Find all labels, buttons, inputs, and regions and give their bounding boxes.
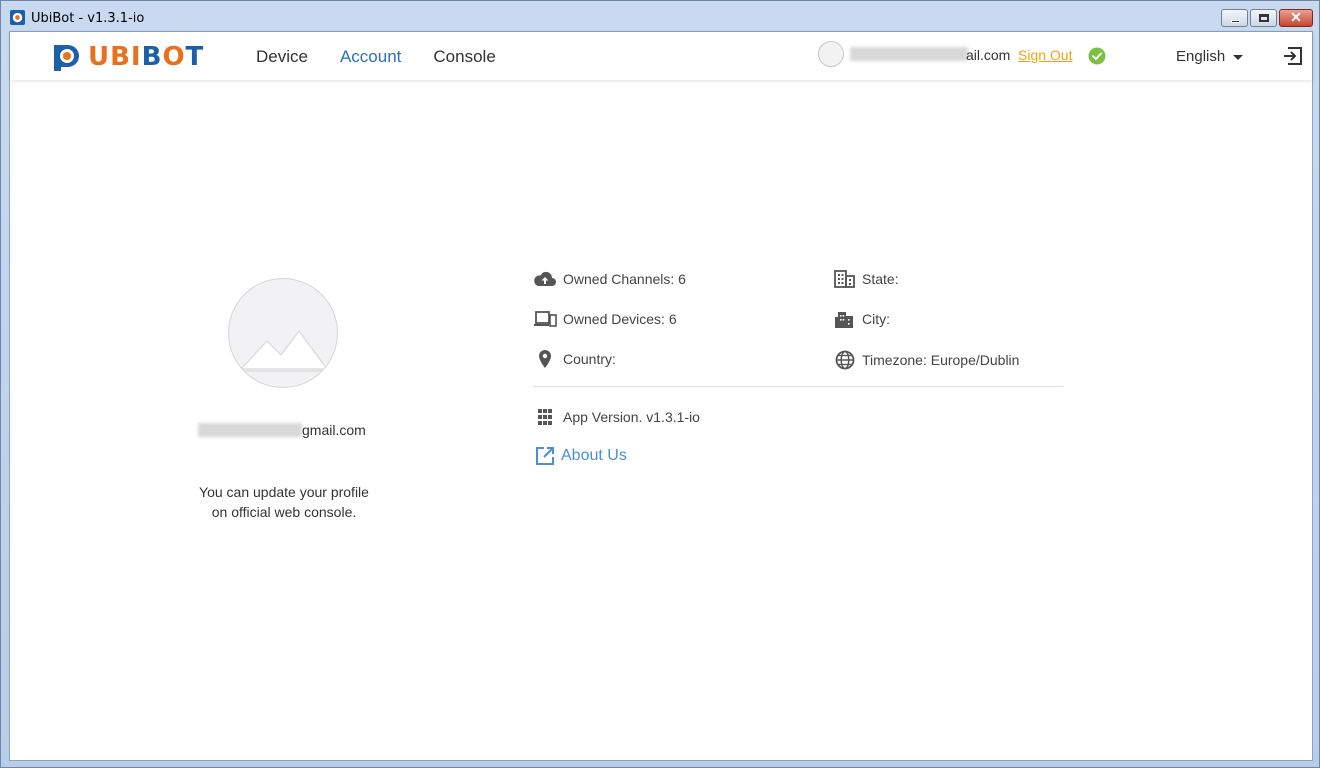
- globe-icon: [835, 350, 855, 370]
- timezone: Timezone: Europe/Dublin: [834, 350, 1019, 370]
- apps-grid-icon: [538, 409, 552, 425]
- check-circle-icon: [1088, 47, 1106, 65]
- image-placeholder-icon: [239, 329, 329, 372]
- devices-icon: [534, 311, 557, 327]
- brand-text-o: O: [162, 42, 186, 72]
- state-text: State:: [862, 271, 899, 287]
- close-button[interactable]: ✕: [1279, 9, 1313, 27]
- cloud-upload-icon: [534, 271, 556, 286]
- user-email: ail.com: [966, 47, 1011, 63]
- owned-devices-text: Owned Devices: 6: [563, 311, 677, 327]
- chevron-down-icon: [1233, 55, 1244, 60]
- window-title: UbiBot - v1.3.1-io: [31, 11, 145, 26]
- maximize-button[interactable]: [1250, 9, 1277, 27]
- app-icon: [10, 10, 25, 25]
- location-pin-icon: [539, 350, 551, 368]
- minimize-icon: [1231, 20, 1240, 23]
- country-text: Country:: [563, 351, 616, 367]
- app-version-text: App Version. v1.3.1-io: [563, 409, 700, 425]
- top-navbar: UBIBOT Device Account Console ail.com Si…: [10, 32, 1312, 80]
- title-bar: UbiBot - v1.3.1-io ✕: [1, 1, 1319, 31]
- about-us-text: About Us: [561, 447, 627, 464]
- building-icon: [834, 270, 855, 288]
- redacted-email: [850, 47, 968, 61]
- profile-avatar: [228, 278, 338, 388]
- sign-out-link[interactable]: Sign Out: [1018, 47, 1072, 63]
- section-divider: [533, 386, 1063, 387]
- nav-account[interactable]: Account: [340, 47, 401, 67]
- brand-wordmark: UBIBOT: [88, 42, 204, 72]
- timezone-text: Timezone: Europe/Dublin: [862, 352, 1020, 368]
- window-controls: ✕: [1219, 9, 1313, 27]
- ubibot-logo-icon[interactable]: [50, 41, 82, 71]
- profile-email: gmail.com: [302, 422, 366, 438]
- state: State:: [834, 270, 899, 288]
- owned-channels: Owned Channels: 6: [533, 270, 686, 288]
- nav-device[interactable]: Device: [256, 47, 308, 67]
- profile-note-line1: You can update your profile: [199, 484, 369, 500]
- main-nav: Device Account Console: [256, 47, 528, 67]
- exit-icon[interactable]: [1282, 46, 1304, 66]
- app-window: UbiBot - v1.3.1-io ✕ UBIBOT Device Accou…: [0, 0, 1320, 768]
- app-content: UBIBOT Device Account Console ail.com Si…: [9, 31, 1313, 761]
- brand-text-t: T: [185, 42, 205, 72]
- maximize-icon: [1259, 14, 1269, 22]
- nav-console[interactable]: Console: [433, 47, 495, 67]
- city-text: City:: [862, 311, 890, 327]
- about-us-link[interactable]: About Us: [535, 446, 627, 466]
- language-selector[interactable]: English: [1176, 48, 1244, 65]
- owned-channels-text: Owned Channels: 6: [563, 271, 686, 287]
- brand-text-ubi: UBI: [88, 42, 142, 72]
- country: Country:: [533, 350, 616, 368]
- city-icon: [835, 312, 853, 328]
- external-link-icon: [536, 447, 554, 465]
- language-label: English: [1176, 48, 1226, 65]
- close-icon: ✕: [1290, 9, 1302, 25]
- profile-note-line2: on official web console.: [211, 504, 357, 520]
- brand-text-b: B: [141, 42, 163, 72]
- app-version: App Version. v1.3.1-io: [533, 408, 700, 426]
- city: City:: [834, 310, 890, 328]
- profile-note: You can update your profile on official …: [184, 482, 384, 522]
- user-avatar[interactable]: [818, 41, 844, 67]
- redacted-profile-email: [198, 423, 302, 437]
- owned-devices: Owned Devices: 6: [533, 310, 677, 328]
- minimize-button[interactable]: [1221, 9, 1248, 27]
